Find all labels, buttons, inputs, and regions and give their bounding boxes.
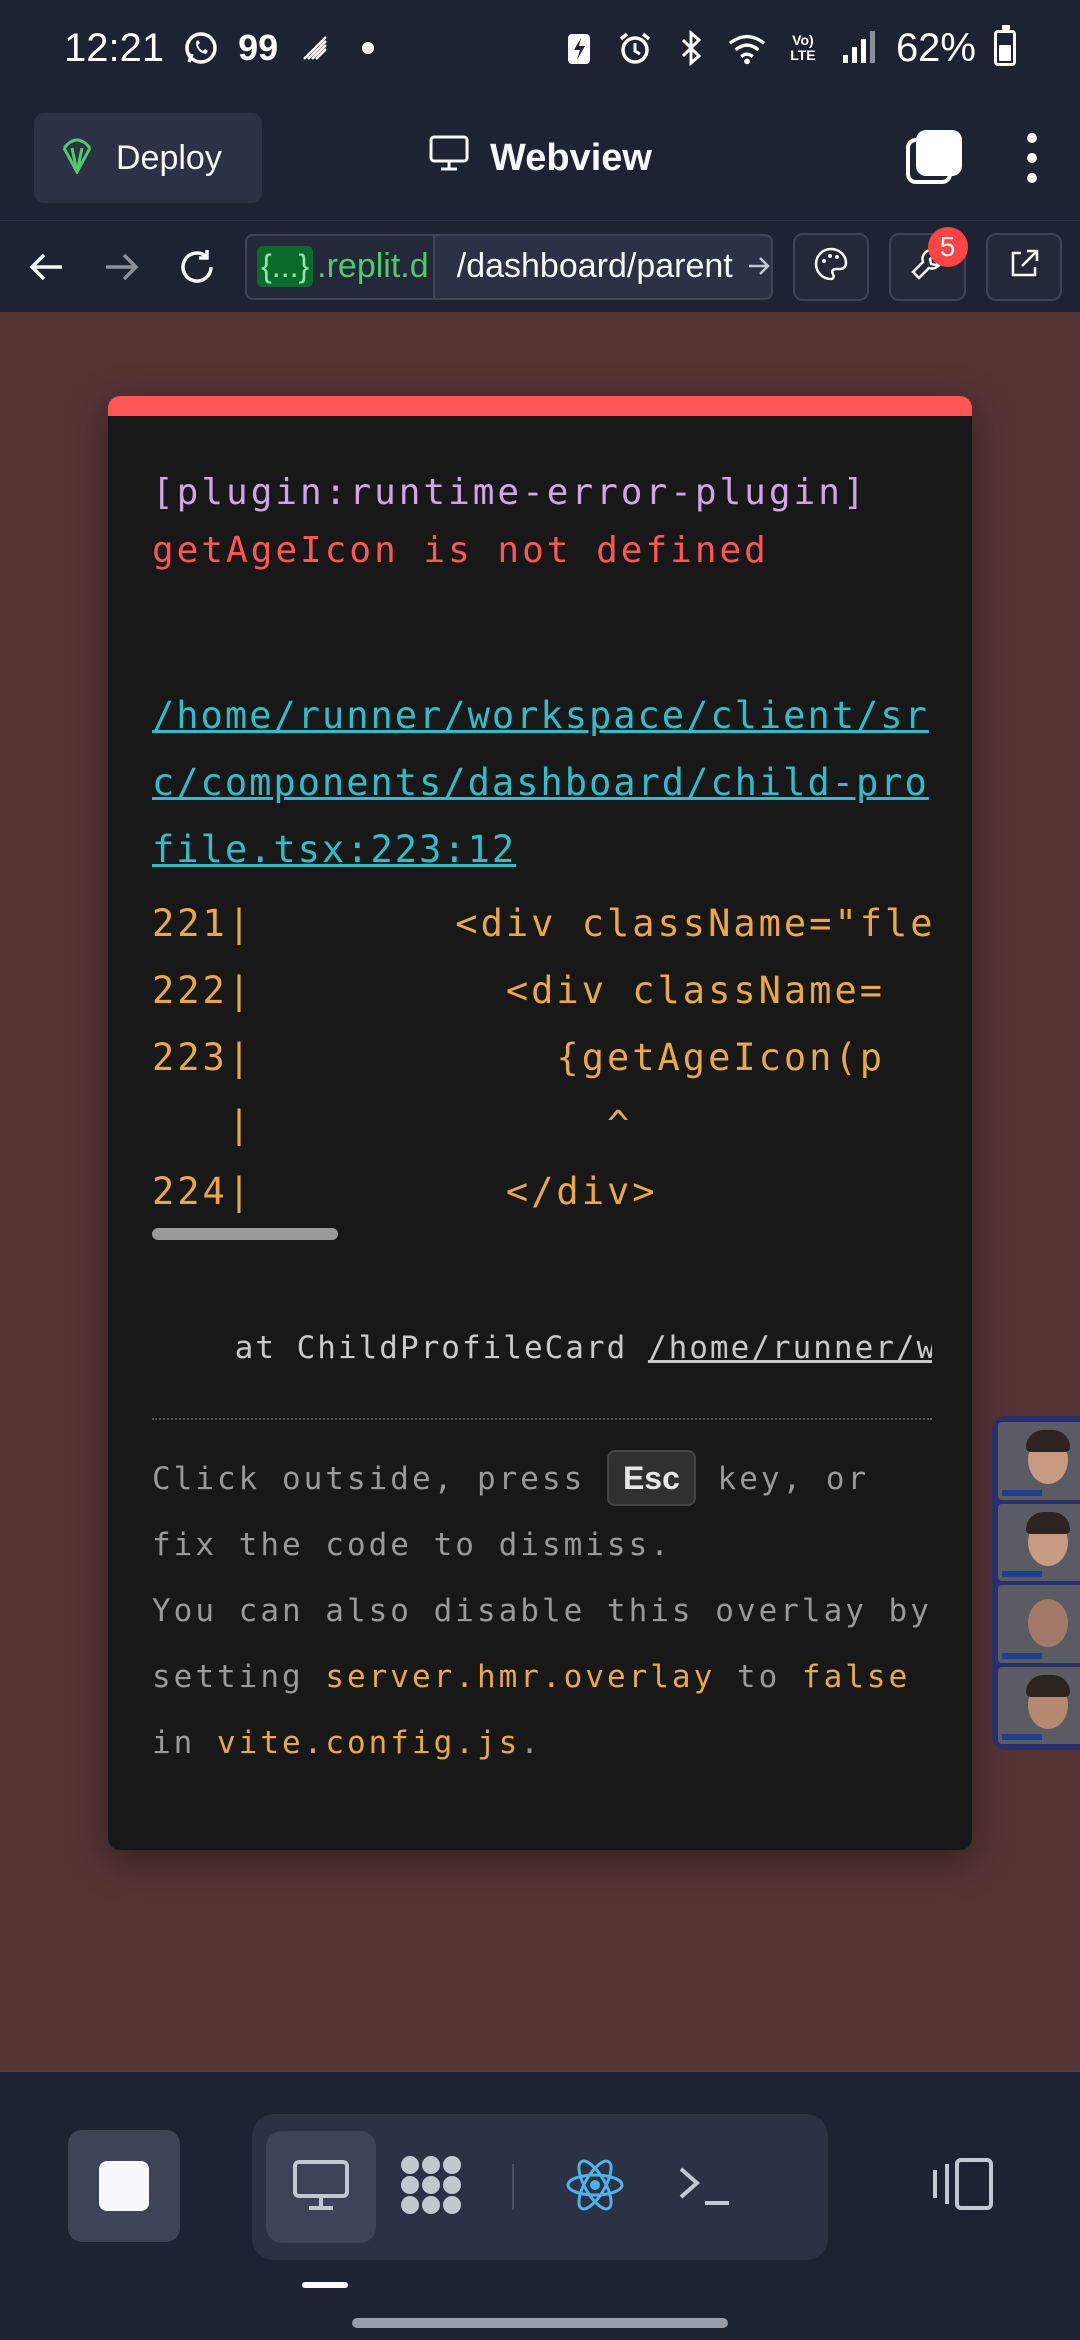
video-participant (998, 1422, 1080, 1500)
code-frame[interactable]: 221| <div className="flex 222| <div clas… (152, 890, 932, 1240)
page-title-text: Webview (490, 136, 652, 179)
esc-key: Esc (606, 1450, 696, 1506)
external-link-icon (1007, 247, 1041, 286)
url-host: {...} .replit.d (247, 235, 435, 298)
palette-button[interactable] (792, 232, 870, 301)
deploy-icon (60, 134, 94, 183)
error-file-link[interactable]: /home/runner/workspace/client/src/compon… (152, 682, 932, 883)
deploy-button[interactable]: Deploy (34, 113, 262, 203)
tools-grid-icon (396, 2153, 466, 2222)
video-call-bubble[interactable] (992, 1416, 1080, 1750)
arrow-right-icon (747, 247, 771, 286)
tip-text: Click outside, press (152, 1461, 607, 1497)
battery-icon (994, 25, 1016, 66)
bottom-toolbar (0, 2072, 1080, 2340)
url-bar[interactable]: {...} .replit.d /dashboard/parent (245, 233, 773, 300)
battery-saver-icon (560, 29, 598, 67)
code-line: 224| </div> (152, 1170, 658, 1213)
code-line: 222| <div className= (152, 969, 886, 1012)
dismiss-tip: Click outside, press Esc key, or fix the… (152, 1446, 932, 1776)
stack-file-link[interactable]: /home/runner/workspace/client/src/compon… (648, 1330, 932, 1366)
tip-code: false (801, 1659, 911, 1695)
page-title: Webview (428, 134, 652, 182)
tip-text: in (152, 1725, 217, 1761)
monitor-icon (291, 2158, 351, 2217)
stop-icon (99, 2161, 149, 2211)
tabs-icon[interactable] (906, 130, 962, 186)
tip-text: to (715, 1659, 802, 1695)
active-tab-indicator (302, 2282, 348, 2288)
code-line: | ^ (152, 1103, 633, 1146)
stack-trace: at ChildProfileCard /home/runner/workspa… (152, 1330, 932, 1366)
stop-button[interactable] (68, 2130, 180, 2242)
console-tab[interactable] (650, 2131, 760, 2243)
back-arrow-icon[interactable] (18, 237, 74, 297)
url-badge: {...} (257, 246, 314, 287)
volte-icon: Vo) LTE (790, 32, 816, 63)
error-overlay[interactable]: [plugin:runtime-error-plugin] getAgeIcon… (108, 396, 972, 1850)
cell-signal-icon (840, 29, 878, 67)
whatsapp-icon (182, 29, 220, 67)
header-actions (906, 130, 1040, 186)
monitor-icon (428, 134, 470, 182)
devtools-button[interactable]: 5 (889, 226, 968, 301)
devtools-badge: 5 (927, 226, 968, 267)
react-icon (564, 2155, 626, 2220)
tip-code: server.hmr.overlay (325, 1659, 716, 1695)
tip-code: vite.config.js (217, 1725, 521, 1761)
url-path-text: /dashboard/parent (456, 247, 733, 285)
notification-dot-icon (362, 42, 375, 54)
terminal-icon (677, 2161, 733, 2214)
open-external-button[interactable] (985, 232, 1062, 301)
status-right: Vo) LTE 62% (560, 25, 1016, 71)
deploy-label: Deploy (116, 138, 222, 177)
video-participant (998, 1585, 1080, 1663)
stack-prefix: at ChildProfileCard (152, 1330, 648, 1366)
bluetooth-icon (672, 29, 710, 67)
webview-tab[interactable] (266, 2131, 376, 2243)
code-scrollbar[interactable] (152, 1228, 338, 1240)
notification-count: 99 (238, 27, 279, 68)
video-participant (998, 1666, 1080, 1744)
webview[interactable]: [plugin:runtime-error-plugin] getAgeIcon… (0, 312, 1080, 2072)
code-line: 223| {getAgeIcon(p (152, 1036, 886, 1079)
status-time: 12:21 (64, 25, 165, 70)
home-indicator[interactable] (352, 2318, 728, 2328)
battery-percent: 62% (895, 25, 976, 70)
tools-grid-tab[interactable] (376, 2131, 486, 2243)
forward-arrow-icon[interactable] (94, 237, 150, 297)
alarm-icon (616, 29, 654, 67)
url-path[interactable]: /dashboard/parent (435, 247, 771, 286)
tool-group (252, 2114, 828, 2260)
browser-bar: {...} .replit.d /dashboard/parent 5 (0, 220, 1080, 312)
divider (152, 1418, 932, 1420)
palette-icon (813, 246, 849, 287)
status-bar: 12:21 99 Vo) LTE 62% (0, 0, 1080, 96)
url-host-text: .replit.d (317, 247, 429, 285)
wifi-icon (728, 29, 766, 67)
tip-text: . (520, 1725, 542, 1761)
react-tab[interactable] (540, 2131, 650, 2243)
app-header: Deploy Webview (0, 96, 1080, 220)
status-left: 12:21 99 (64, 25, 375, 71)
error-message: getAgeIcon is not defined (152, 530, 769, 571)
code-line: 221| <div className="flex (152, 902, 932, 945)
more-menu-icon[interactable] (1024, 133, 1040, 183)
error-title: [plugin:runtime-error-plugin] getAgeIcon… (152, 464, 942, 580)
reload-icon[interactable] (169, 237, 225, 297)
error-plugin: [plugin:runtime-error-plugin] (152, 472, 868, 513)
panels-button[interactable] (906, 2130, 1018, 2242)
separator (512, 2164, 514, 2210)
signal-app-icon (296, 29, 334, 67)
panels-icon (929, 2156, 995, 2217)
video-participant (998, 1503, 1080, 1581)
